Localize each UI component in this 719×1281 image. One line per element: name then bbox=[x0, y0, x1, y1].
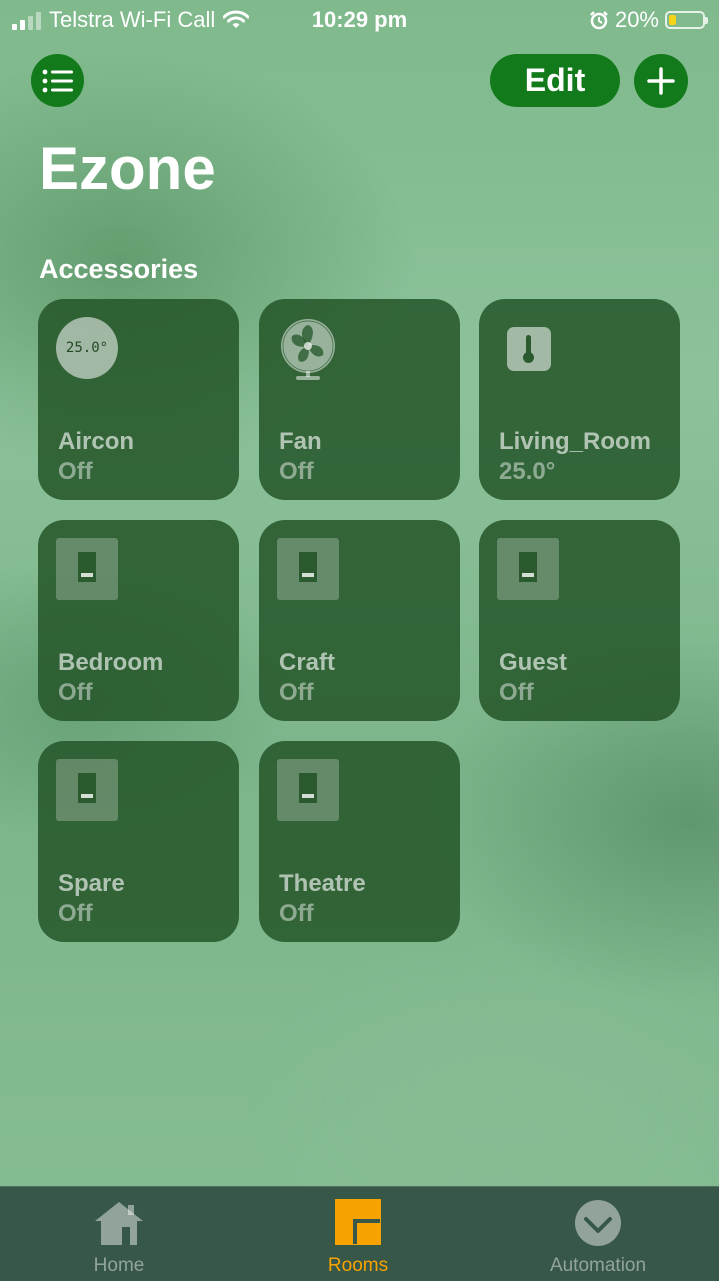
accessory-name: Theatre bbox=[279, 870, 366, 897]
accessory-name: Bedroom bbox=[58, 649, 164, 676]
accessory-tile-craft[interactable]: Craft Off bbox=[259, 520, 460, 721]
house-icon bbox=[95, 1202, 143, 1245]
battery-icon bbox=[665, 11, 708, 29]
accessory-tile-guest[interactable]: Guest Off bbox=[479, 520, 680, 721]
page-title: Ezone bbox=[39, 135, 216, 202]
accessory-name: Fan bbox=[279, 428, 322, 455]
accessory-name: Aircon bbox=[58, 428, 135, 455]
accessory-tile-aircon[interactable]: 25.0° Aircon Off bbox=[38, 299, 239, 500]
accessory-state: Off bbox=[58, 900, 93, 927]
accessory-name: Spare bbox=[58, 870, 125, 897]
tab-label: Rooms bbox=[327, 1255, 389, 1276]
tab-automation[interactable]: Automation bbox=[508, 1187, 688, 1281]
switch-icon bbox=[56, 538, 118, 600]
tab-label: Home bbox=[93, 1255, 145, 1276]
tab-home[interactable]: Home bbox=[29, 1187, 209, 1281]
accessory-state: Off bbox=[499, 679, 534, 706]
battery-percent: 20% bbox=[614, 7, 659, 32]
thermostat-icon: 25.0° bbox=[56, 317, 118, 379]
accessory-tile-spare[interactable]: Spare Off bbox=[38, 741, 239, 942]
accessory-tile-living-room[interactable]: Living_Room 25.0° bbox=[479, 299, 680, 500]
accessory-state: 25.0° bbox=[499, 458, 556, 485]
list-icon bbox=[42, 69, 73, 92]
edit-button[interactable]: Edit bbox=[490, 54, 620, 107]
add-button[interactable] bbox=[634, 54, 688, 108]
list-menu-button[interactable] bbox=[31, 54, 84, 107]
accessory-name: Guest bbox=[499, 649, 568, 676]
accessory-state: Off bbox=[58, 679, 93, 706]
alarm-icon bbox=[590, 11, 608, 30]
tab-rooms[interactable]: Rooms bbox=[268, 1187, 448, 1281]
status-bar: Telstra Wi-Fi Call 10:29 pm 20% bbox=[0, 0, 719, 40]
accessory-name: Living_Room bbox=[499, 428, 652, 455]
accessory-tile-theatre[interactable]: Theatre Off bbox=[259, 741, 460, 942]
thermostat-setpoint: 25.0° bbox=[56, 317, 118, 379]
accessory-name: Craft bbox=[279, 649, 336, 676]
accessory-state: Off bbox=[279, 679, 314, 706]
automation-icon bbox=[575, 1200, 621, 1246]
temperature-sensor-icon bbox=[507, 327, 551, 371]
status-right: 20% bbox=[589, 7, 708, 33]
switch-icon bbox=[277, 538, 339, 600]
accessory-tile-bedroom[interactable]: Bedroom Off bbox=[38, 520, 239, 721]
switch-icon bbox=[56, 759, 118, 821]
switch-icon bbox=[277, 759, 339, 821]
accessory-tile-fan[interactable]: Fan Off bbox=[259, 299, 460, 500]
accessory-state: Off bbox=[58, 458, 93, 485]
accessory-state: Off bbox=[279, 458, 314, 485]
switch-icon bbox=[497, 538, 559, 600]
tab-bar: Home Rooms Automation bbox=[0, 1186, 719, 1281]
accessory-state: Off bbox=[279, 900, 314, 927]
plus-icon bbox=[647, 67, 675, 95]
rooms-icon bbox=[335, 1199, 381, 1245]
tab-label: Automation bbox=[549, 1255, 647, 1276]
fan-icon bbox=[277, 315, 339, 386]
section-title-accessories: Accessories bbox=[39, 254, 199, 284]
